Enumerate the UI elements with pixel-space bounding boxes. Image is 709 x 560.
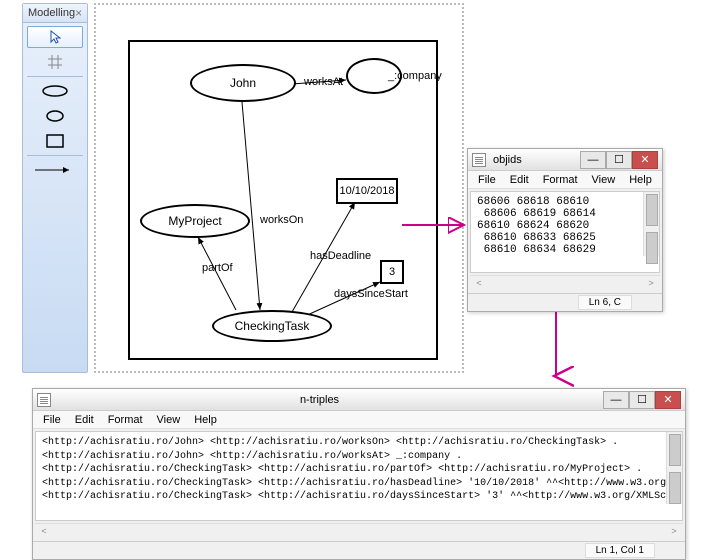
close-icon[interactable]: × xyxy=(75,6,82,20)
maximize-button[interactable]: ☐ xyxy=(629,391,655,409)
statusbar: Ln 6, C xyxy=(468,293,662,311)
cursor-position: Ln 6, C xyxy=(578,295,632,310)
modelling-title-text: Modelling xyxy=(28,7,75,19)
text-content[interactable]: <http://achisratiu.ro/John> <http://achi… xyxy=(35,431,683,521)
statusbar: Ln 1, Col 1 xyxy=(33,541,685,559)
window-titlebar[interactable]: objids — ☐ ✕ xyxy=(468,149,662,171)
notepad-icon xyxy=(472,153,486,167)
window-buttons: — ☐ ✕ xyxy=(580,151,658,169)
line: <http://achisratiu.ro/John> <http://achi… xyxy=(42,451,462,462)
menu-file[interactable]: File xyxy=(37,412,67,428)
line: <http://achisratiu.ro/John> <http://achi… xyxy=(42,437,618,448)
tool-pointer[interactable] xyxy=(27,26,83,48)
edge-worksAt: worksAt xyxy=(304,76,343,88)
menu-format[interactable]: Format xyxy=(537,172,584,188)
node-checkingtask[interactable]: CheckingTask xyxy=(212,310,332,342)
line: 68606 68618 68610 xyxy=(477,196,589,208)
menu-edit[interactable]: Edit xyxy=(69,412,100,428)
edge-daysSinceStart: daysSinceStart xyxy=(334,288,408,300)
objids-window: objids — ☐ ✕ File Edit Format View Help … xyxy=(467,148,663,312)
line: 68606 68619 68614 xyxy=(477,208,596,220)
separator xyxy=(27,155,83,156)
line: <http://achisratiu.ro/CheckingTask> <htt… xyxy=(42,478,683,489)
tool-rectangle[interactable] xyxy=(27,130,83,152)
line: <http://achisratiu.ro/CheckingTask> <htt… xyxy=(42,491,683,502)
menubar: File Edit Format View Help xyxy=(468,171,662,189)
tool-ellipse-small[interactable] xyxy=(27,105,83,127)
edge-hasDeadline: hasDeadline xyxy=(310,250,371,262)
transfer-arrow-2 xyxy=(536,300,576,390)
ellipse-small-icon xyxy=(46,110,64,122)
modelling-palette: Modelling × xyxy=(22,3,88,373)
scrollbar-horizontal[interactable] xyxy=(470,275,660,291)
edge-worksOn: worksOn xyxy=(260,214,303,226)
modelling-title: Modelling × xyxy=(23,4,87,23)
menu-view[interactable]: View xyxy=(586,172,622,188)
node-john[interactable]: John xyxy=(190,64,296,102)
scrollbar-vertical[interactable] xyxy=(666,432,682,504)
menu-view[interactable]: View xyxy=(151,412,187,428)
cursor-position: Ln 1, Col 1 xyxy=(585,543,655,558)
scrollbar-vertical[interactable] xyxy=(643,192,659,256)
scrollbar-horizontal[interactable] xyxy=(35,523,683,539)
node-myproject[interactable]: MyProject xyxy=(140,204,250,238)
ellipse-icon xyxy=(42,85,68,97)
node-label: 10/10/2018 xyxy=(339,185,394,197)
node-company-label: _:company xyxy=(388,70,442,82)
tool-grid[interactable] xyxy=(27,51,83,73)
line: 68610 68633 68625 xyxy=(477,232,596,244)
menu-format[interactable]: Format xyxy=(102,412,149,428)
minimize-button[interactable]: — xyxy=(580,151,606,169)
menu-file[interactable]: File xyxy=(472,172,502,188)
menubar: File Edit Format View Help xyxy=(33,411,685,429)
diagram-frame: John _:company worksAt MyProject worksOn… xyxy=(128,40,438,360)
node-label: CheckingTask xyxy=(235,319,310,333)
tool-ellipse[interactable] xyxy=(27,80,83,102)
close-button[interactable]: ✕ xyxy=(655,391,681,409)
edge-partOf: partOf xyxy=(202,262,233,274)
ntriples-window: n-triples — ☐ ✕ File Edit Format View He… xyxy=(32,388,686,560)
arrow-icon xyxy=(35,165,75,175)
line: <http://achisratiu.ro/CheckingTask> <htt… xyxy=(42,464,642,475)
diagram-canvas[interactable]: John _:company worksAt MyProject worksOn… xyxy=(94,3,464,373)
menu-edit[interactable]: Edit xyxy=(504,172,535,188)
pointer-icon xyxy=(49,30,61,44)
text-content[interactable]: 68606 68618 68610 68606 68619 68614 6861… xyxy=(470,191,660,273)
window-titlebar[interactable]: n-triples — ☐ ✕ xyxy=(33,389,685,411)
minimize-button[interactable]: — xyxy=(603,391,629,409)
window-buttons: — ☐ ✕ xyxy=(603,391,681,409)
window-title: objids xyxy=(491,154,580,166)
menu-help[interactable]: Help xyxy=(188,412,223,428)
node-label: MyProject xyxy=(168,214,221,228)
close-button[interactable]: ✕ xyxy=(632,151,658,169)
separator xyxy=(27,76,83,77)
line: 68610 68634 68629 xyxy=(477,244,596,256)
notepad-icon xyxy=(37,393,51,407)
menu-help[interactable]: Help xyxy=(623,172,658,188)
node-label: 3 xyxy=(389,266,395,278)
line: 68610 68624 68620 xyxy=(477,220,589,232)
tool-arrow[interactable] xyxy=(27,159,83,181)
window-title: n-triples xyxy=(36,394,603,406)
node-date[interactable]: 10/10/2018 xyxy=(336,178,398,204)
maximize-button[interactable]: ☐ xyxy=(606,151,632,169)
node-label: John xyxy=(230,76,256,90)
rectangle-icon xyxy=(46,134,64,148)
node-days[interactable]: 3 xyxy=(380,260,404,284)
grid-icon xyxy=(48,55,62,69)
